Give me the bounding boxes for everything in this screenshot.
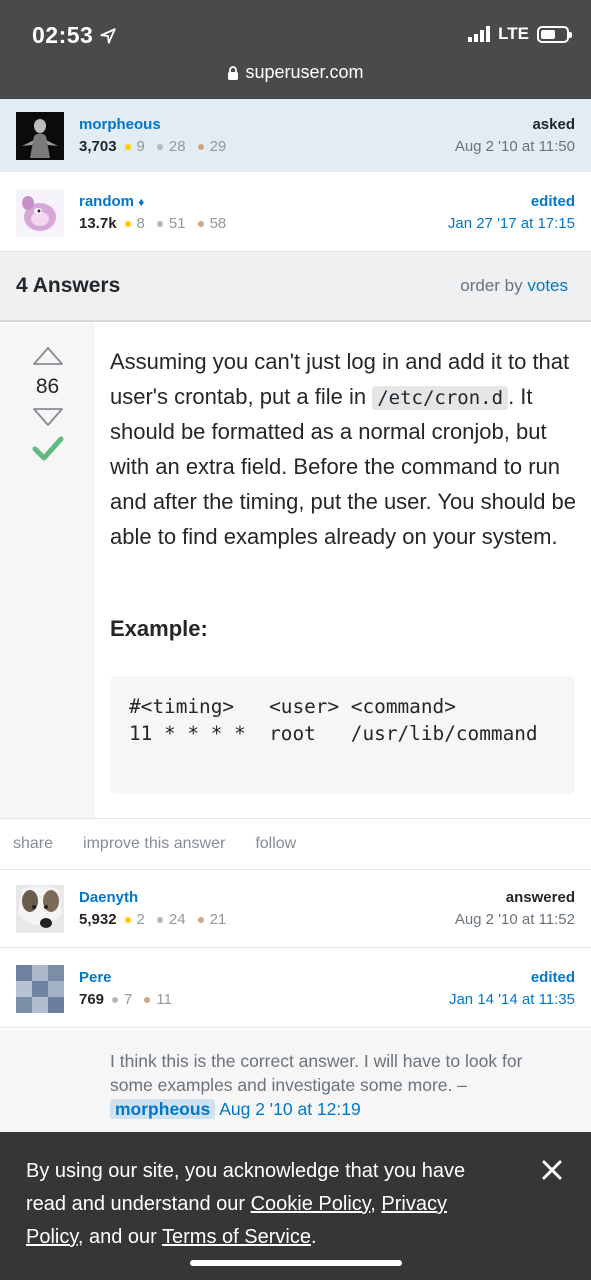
close-icon[interactable] xyxy=(541,1159,563,1181)
cookie-text: By using our site, you acknowledge that … xyxy=(26,1155,496,1254)
order-value[interactable]: votes xyxy=(527,276,568,295)
order-label: order by xyxy=(460,276,523,295)
reputation-score: 769 xyxy=(79,991,105,1008)
downvote-icon[interactable] xyxy=(32,407,64,427)
user-reputation: 5,932 2 24 21 xyxy=(79,911,455,928)
comment: I think this is the correct answer. I wi… xyxy=(110,1049,550,1121)
answer-text: Assuming you can't just log in and add i… xyxy=(110,345,576,554)
example-heading: Example: xyxy=(110,616,208,641)
terms-of-service-link[interactable]: Terms of Service xyxy=(162,1226,311,1248)
share-link[interactable]: share xyxy=(13,835,53,853)
bronze-badges: 21 xyxy=(197,911,226,928)
bronze-badges: 29 xyxy=(197,138,226,155)
status-time: 02:53 xyxy=(32,22,117,49)
user-reputation: 769 7 11 xyxy=(79,991,449,1008)
gold-badges: 9 xyxy=(124,138,145,155)
avatar[interactable] xyxy=(16,188,64,237)
accepted-check-icon xyxy=(32,436,64,461)
avatar[interactable] xyxy=(16,111,64,160)
status-indicators: LTE xyxy=(468,24,572,44)
cookie-text-part: . xyxy=(310,1226,317,1248)
answer-editor-card: Pere 769 7 11 edited Jan 14 '14 at 11:35 xyxy=(0,950,591,1028)
network-label: LTE xyxy=(498,24,529,43)
sort-order[interactable]: order by votes xyxy=(460,276,568,296)
post-action: answered xyxy=(505,889,575,906)
silver-badges: 51 xyxy=(156,215,186,232)
improve-answer-link[interactable]: improve this answer xyxy=(83,835,225,853)
post-action: asked xyxy=(532,116,575,133)
vote-column: 86 xyxy=(0,323,95,818)
comment-date[interactable]: Aug 2 '10 at 12:19 xyxy=(219,1099,361,1119)
cookie-text-part: , and our xyxy=(77,1226,163,1248)
time-text: 02:53 xyxy=(32,22,94,48)
user-name[interactable]: Daenyth xyxy=(79,889,455,906)
url-text: superuser.com xyxy=(245,62,364,82)
cookie-banner: By using our site, you acknowledge that … xyxy=(0,1132,591,1280)
post-menu: share improve this answer follow xyxy=(0,818,591,870)
post-action[interactable]: edited xyxy=(449,969,575,986)
code-block: #<timing> <user> <command> 11 * * * * ro… xyxy=(110,676,575,794)
battery-icon xyxy=(537,25,572,43)
cookie-policy-link[interactable]: Cookie Policy xyxy=(251,1193,371,1215)
answers-count: 4 Answers xyxy=(16,274,121,297)
upvote-icon[interactable] xyxy=(32,346,64,366)
silver-badges: 28 xyxy=(156,138,186,155)
gold-badges: 8 xyxy=(124,215,145,232)
comment-user[interactable]: morpheous xyxy=(110,1099,216,1119)
signal-icon xyxy=(468,26,491,42)
avatar[interactable] xyxy=(16,884,64,933)
user-name[interactable]: random ♦ xyxy=(79,193,448,210)
user-name[interactable]: morpheous xyxy=(79,116,455,133)
home-indicator[interactable] xyxy=(190,1260,402,1266)
user-name[interactable]: Pere xyxy=(79,969,449,986)
bronze-badges: 58 xyxy=(197,215,226,232)
post-date[interactable]: Jan 14 '14 at 11:35 xyxy=(449,991,575,1008)
post-date[interactable]: Jan 27 '17 at 17:15 xyxy=(448,215,575,232)
silver-badges: 24 xyxy=(156,911,186,928)
reputation-score: 13.7k xyxy=(79,215,117,232)
comments-section: I think this is the correct answer. I wi… xyxy=(0,1030,591,1132)
gold-badges: 2 xyxy=(124,911,145,928)
lock-icon xyxy=(228,65,239,80)
reputation-score: 3,703 xyxy=(79,138,117,155)
avatar[interactable] xyxy=(16,964,64,1013)
question-editor-card: random ♦ 13.7k 8 51 58 edited Jan 27 '17… xyxy=(0,174,591,252)
post-date[interactable]: Aug 2 '10 at 11:50 xyxy=(455,138,575,155)
user-reputation: 13.7k 8 51 58 xyxy=(79,215,448,232)
reputation-score: 5,932 xyxy=(79,911,117,928)
user-name-text: random xyxy=(79,193,135,210)
url-bar[interactable]: superuser.com xyxy=(0,62,591,83)
question-owner-card: morpheous 3,703 9 28 29 asked Aug 2 '10 … xyxy=(0,99,591,172)
follow-link[interactable]: follow xyxy=(255,835,296,853)
inline-code: /etc/cron.d xyxy=(372,385,509,410)
answer-author-card: Daenyth 5,932 2 24 21 answered Aug 2 '10… xyxy=(0,870,591,948)
cookie-text-part: , xyxy=(370,1193,382,1215)
user-reputation: 3,703 9 28 29 xyxy=(79,138,455,155)
bronze-badges: 11 xyxy=(144,991,172,1008)
comment-text: I think this is the correct answer. I wi… xyxy=(110,1051,523,1095)
post-action[interactable]: edited xyxy=(448,193,575,210)
post-date[interactable]: Aug 2 '10 at 11:52 xyxy=(455,911,575,928)
vote-count: 86 xyxy=(35,375,60,398)
browser-top-bar: 02:53 LTE superuser.com xyxy=(0,0,591,99)
location-arrow-icon xyxy=(100,27,116,44)
moderator-diamond-icon: ♦ xyxy=(138,195,145,209)
answers-header: 4 Answers order by votes xyxy=(0,252,591,322)
silver-badges: 7 xyxy=(112,991,132,1008)
